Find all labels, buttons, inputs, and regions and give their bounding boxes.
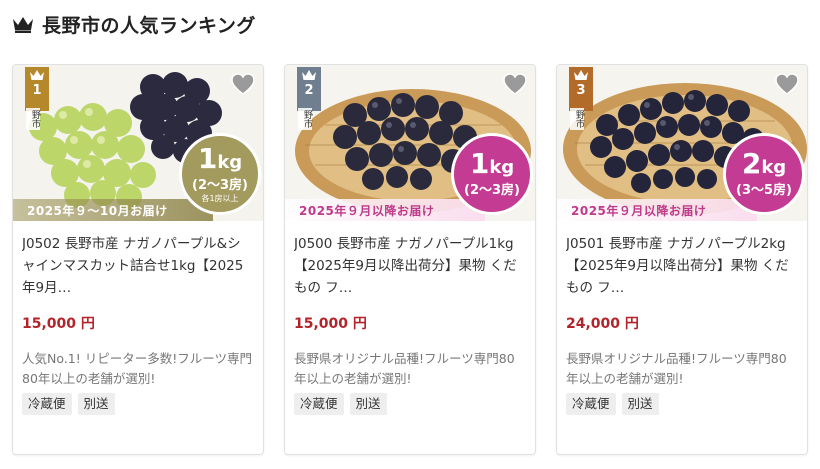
product-image[interactable]: 1 野市 2025年９～10月お届け 1kg (2～3房) 各1房以上 (13, 65, 263, 221)
rank-number: 1 (32, 83, 42, 98)
product-card[interactable]: 2 野市 2025年９月以降お届け 1kg (2～3房) J0500 長野市産 … (284, 64, 536, 455)
tag-separate-shipping: 別送 (621, 393, 659, 415)
city-tag: 野市 (26, 108, 40, 130)
weight-unit: kg (761, 157, 787, 178)
weight-badge: 1kg (2～3房) (451, 133, 533, 215)
weight-unit: kg (217, 152, 243, 173)
product-description: 人気No.1! リピーター多数!フルーツ専門80年以上の老舗が選別! (22, 351, 252, 386)
shipping-band: 2025年９月以降お届け (285, 199, 485, 221)
product-title-link[interactable]: J0500 長野市産 ナガノパープル1kg【2025年9月以降出荷分】果物 くだ… (294, 233, 526, 299)
favorite-heart-icon[interactable] (231, 73, 255, 95)
ranking-title: 長野市の人気ランキング (42, 14, 256, 37)
crown-icon (13, 17, 33, 33)
tag-refrigerated: 冷蔵便 (22, 393, 72, 415)
product-card[interactable]: 1 野市 2025年９～10月お届け 1kg (2～3房) 各1房以上 J050… (12, 64, 264, 455)
product-title-link[interactable]: J0502 長野市産 ナガノパープル&シャインマスカット詰合せ1kg【2025年… (22, 233, 254, 299)
tag-separate-shipping: 別送 (77, 393, 115, 415)
ranking-header: 長野市の人気ランキング (12, 10, 256, 38)
weight-badge: 1kg (2～3房) 各1房以上 (179, 133, 261, 215)
product-image[interactable]: 2 野市 2025年９月以降お届け 1kg (2～3房) (285, 65, 535, 221)
product-image[interactable]: 3 野市 2025年９月以降お届け 2kg (3～5房) (557, 65, 807, 221)
product-description: 長野県オリジナル品種!フルーツ専門80年以上の老舗が選別! (566, 351, 787, 386)
rank-number: 3 (576, 83, 586, 98)
favorite-heart-icon[interactable] (503, 73, 527, 95)
shipping-band: 2025年９～10月お届け (13, 199, 213, 221)
rank-number: 2 (304, 83, 314, 98)
bunch-count: (2～3房) (192, 178, 248, 193)
weight-unit: kg (489, 157, 515, 178)
product-card[interactable]: 3 野市 2025年９月以降お届け 2kg (3～5房) J0501 長野市産 … (556, 64, 808, 455)
product-price: 24,000 円 (566, 316, 639, 332)
city-tag: 野市 (298, 108, 312, 130)
shipping-band: 2025年９月以降お届け (557, 199, 757, 221)
product-price: 15,000 円 (22, 316, 95, 332)
rank-crown-icon (302, 70, 316, 80)
product-title-link[interactable]: J0501 長野市産 ナガノパープル2kg【2025年9月以降出荷分】果物 くだ… (566, 233, 798, 299)
tag-refrigerated: 冷蔵便 (294, 393, 344, 415)
tag-list: 冷蔵便 別送 (22, 393, 254, 415)
city-tag: 野市 (570, 108, 584, 130)
rank-badge: 1 (25, 67, 49, 111)
product-list: 1 野市 2025年９～10月お届け 1kg (2～3房) 各1房以上 J050… (12, 64, 808, 455)
rank-badge: 3 (569, 67, 593, 111)
favorite-heart-icon[interactable] (775, 73, 799, 95)
rank-crown-icon (574, 70, 588, 80)
bunch-count: (3～5房) (736, 183, 792, 198)
weight-value: 1 (197, 142, 218, 175)
tag-refrigerated: 冷蔵便 (566, 393, 616, 415)
bunch-note: 各1房以上 (201, 194, 239, 203)
weight-value: 1 (469, 147, 490, 180)
tag-list: 冷蔵便 別送 (566, 393, 798, 415)
rank-badge: 2 (297, 67, 321, 111)
tag-separate-shipping: 別送 (349, 393, 387, 415)
weight-value: 2 (741, 147, 762, 180)
weight-badge: 2kg (3～5房) (723, 133, 805, 215)
bunch-count: (2～3房) (464, 183, 520, 198)
tag-list: 冷蔵便 別送 (294, 393, 526, 415)
product-description: 長野県オリジナル品種!フルーツ専門80年以上の老舗が選別! (294, 351, 515, 386)
product-price: 15,000 円 (294, 316, 367, 332)
rank-crown-icon (30, 70, 44, 80)
